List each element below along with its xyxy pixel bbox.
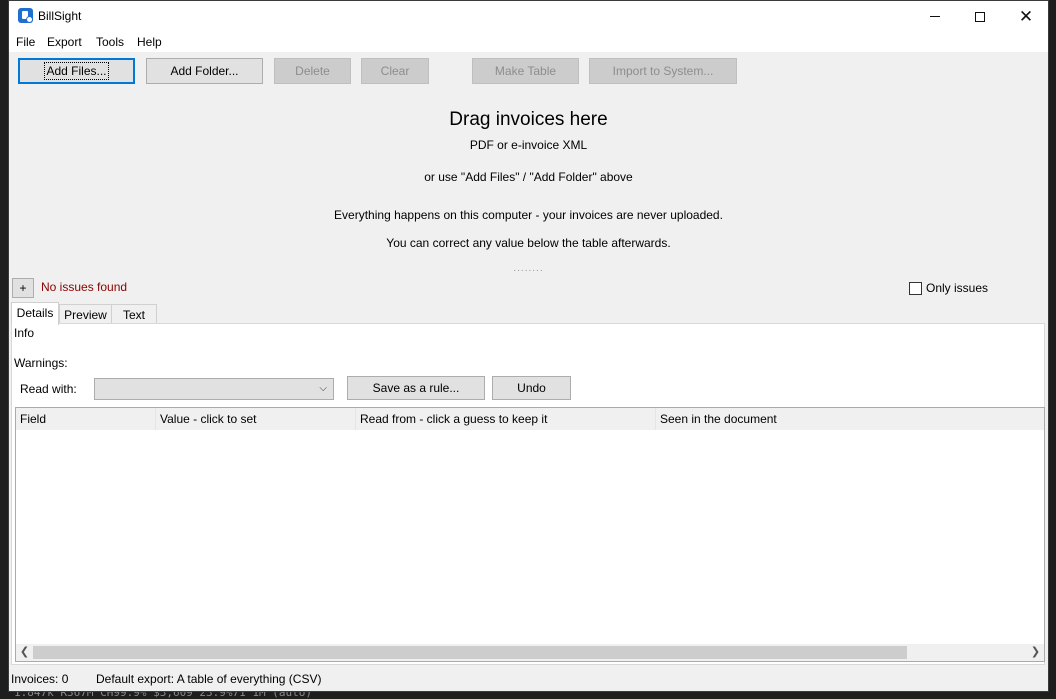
menu-export[interactable]: Export [47, 35, 82, 49]
import-to-system-label: Import to System... [612, 64, 714, 78]
invoice-count: Invoices: 0 [11, 672, 69, 686]
window-title: BillSight [38, 9, 82, 23]
read-with-select[interactable]: ⌵ [94, 378, 334, 400]
details-panel: Info Warnings: Read with: ⌵ Save as a ru… [11, 323, 1045, 665]
menu-bar: File Export Tools Help [9, 32, 1048, 52]
menu-help[interactable]: Help [137, 35, 162, 49]
save-as-rule-label: Save as a rule... [372, 381, 460, 395]
chevron-down-icon: ⌵ [319, 383, 327, 394]
expand-issues-button[interactable]: + [12, 278, 34, 298]
close-icon: ✕ [1018, 7, 1034, 26]
undo-label: Undo [517, 381, 546, 395]
only-issues-label: Only issues [926, 281, 989, 295]
add-files-button[interactable]: Add Files... [18, 58, 135, 84]
column-header-field[interactable]: Field [16, 408, 156, 430]
delete-label: Delete [295, 64, 330, 78]
minimize-button[interactable] [912, 1, 958, 32]
close-button[interactable]: ✕ [1003, 1, 1048, 32]
only-issues-toggle[interactable]: Only issues [909, 281, 988, 295]
tab-details[interactable]: Details [11, 302, 59, 325]
status-bar: Invoices: 0 Default export: A table of e… [9, 668, 1048, 691]
maximize-button[interactable] [957, 1, 1003, 32]
splitter-grip[interactable]: ........ [9, 263, 1048, 274]
warnings-label: Warnings: [14, 356, 68, 370]
privacy-note: Everything happens on this computer - yo… [334, 208, 723, 222]
menu-file[interactable]: File [16, 35, 35, 49]
clear-label: Clear [380, 64, 410, 78]
add-files-label: Add Files... [44, 62, 109, 80]
drop-zone-alt-hint: or use "Add Files" / "Add Folder" above [424, 170, 633, 184]
info-label: Info [14, 326, 35, 340]
column-header-seen-in-document[interactable]: Seen in the document [656, 408, 1044, 430]
tab-text[interactable]: Text [111, 304, 157, 324]
correction-note: You can correct any value below the tabl… [386, 236, 671, 250]
column-header-value[interactable]: Value - click to set [156, 408, 356, 430]
scrollbar-thumb[interactable] [33, 646, 907, 659]
undo-button[interactable]: Undo [492, 376, 571, 400]
scroll-right-icon[interactable]: ❯ [1027, 645, 1044, 660]
make-table-button[interactable]: Make Table [472, 58, 579, 84]
minimize-icon [930, 16, 940, 17]
import-to-system-button[interactable]: Import to System... [589, 58, 737, 84]
read-with-label: Read with: [20, 382, 77, 396]
horizontal-scrollbar[interactable]: ❮ ❯ [16, 644, 1044, 661]
maximize-icon [975, 11, 985, 22]
issues-status: No issues found [41, 280, 128, 294]
add-folder-button[interactable]: Add Folder... [146, 58, 263, 84]
drop-zone[interactable]: Drag invoices here PDF or e-invoice XML … [9, 97, 1048, 277]
save-as-rule-button[interactable]: Save as a rule... [347, 376, 485, 400]
title-bar: BillSight ✕ [9, 1, 1048, 32]
app-window: BillSight ✕ File Export Tools Help Add F… [8, 0, 1049, 692]
clear-button[interactable]: Clear [361, 58, 429, 84]
column-header-read-from[interactable]: Read from - click a guess to keep it [356, 408, 656, 430]
default-export-status: Default export: A table of everything (C… [96, 672, 322, 686]
make-table-label: Make Table [494, 64, 557, 78]
menu-tools[interactable]: Tools [96, 35, 124, 49]
only-issues-checkbox[interactable] [909, 281, 922, 295]
drop-zone-title: Drag invoices here [449, 109, 608, 130]
fields-table[interactable]: Field Value - click to set Read from - c… [15, 407, 1045, 662]
delete-button[interactable]: Delete [274, 58, 351, 84]
add-folder-label: Add Folder... [170, 64, 239, 78]
tab-preview[interactable]: Preview [59, 304, 112, 324]
app-icon [18, 8, 33, 23]
table-header: Field Value - click to set Read from - c… [16, 408, 1044, 430]
drop-zone-subtitle: PDF or e-invoice XML [469, 138, 588, 152]
scroll-left-icon[interactable]: ❮ [16, 645, 33, 660]
